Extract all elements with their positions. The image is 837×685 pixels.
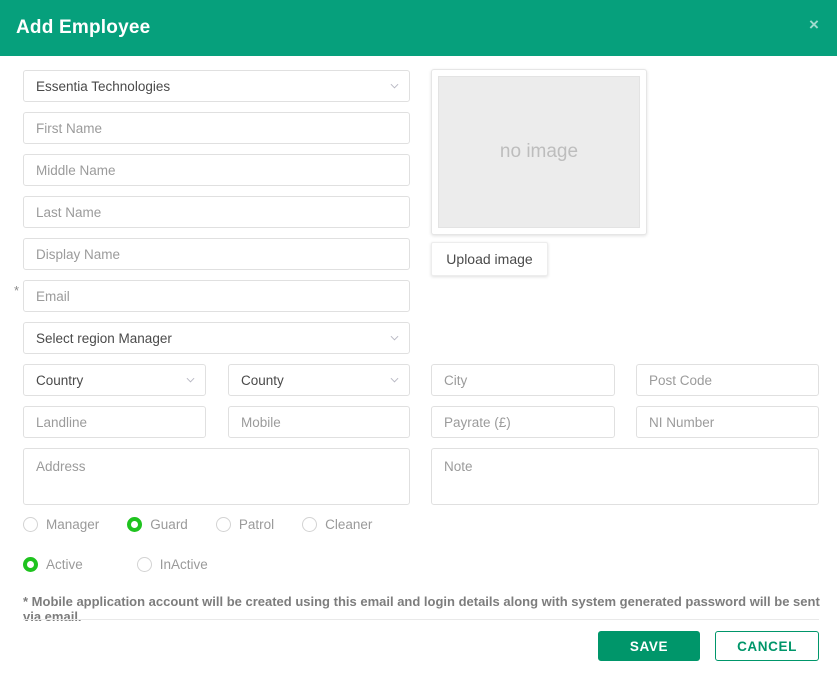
radio-guard-label: Guard xyxy=(150,517,188,532)
radio-manager-label: Manager xyxy=(46,517,100,532)
display-name-input[interactable]: Display Name xyxy=(23,238,410,270)
ni-number-placeholder: NI Number xyxy=(649,414,715,430)
post-code-placeholder: Post Code xyxy=(649,372,713,388)
radio-patrol[interactable]: Patrol xyxy=(215,517,275,532)
close-icon[interactable]: × xyxy=(803,13,825,35)
note-textarea[interactable]: Note xyxy=(431,448,819,505)
payrate-placeholder: Payrate (£) xyxy=(444,414,511,430)
chevron-down-icon xyxy=(390,334,399,343)
no-image-placeholder: no image xyxy=(438,76,640,228)
chevron-down-icon xyxy=(186,376,195,385)
radio-inactive[interactable]: InActive xyxy=(136,557,208,572)
chevron-down-icon xyxy=(390,376,399,385)
radio-active-label: Active xyxy=(46,557,83,572)
first-name-input[interactable]: First Name xyxy=(23,112,410,144)
radio-cleaner[interactable]: Cleaner xyxy=(302,517,372,532)
note-placeholder: Note xyxy=(444,459,473,474)
country-select-value: Country xyxy=(36,372,84,388)
radio-circle-selected-icon xyxy=(127,517,143,532)
post-code-input[interactable]: Post Code xyxy=(636,364,819,396)
email-placeholder: Email xyxy=(36,288,70,304)
radio-cleaner-label: Cleaner xyxy=(325,517,373,532)
footer-divider xyxy=(23,619,819,620)
modal-body: Essentia Technologies First Name Middle … xyxy=(0,56,837,685)
region-manager-select[interactable]: Select region Manager xyxy=(23,322,410,354)
address-placeholder: Address xyxy=(36,459,86,474)
landline-placeholder: Landline xyxy=(36,414,88,430)
ni-number-input[interactable]: NI Number xyxy=(636,406,819,438)
save-button[interactable]: SAVE xyxy=(598,631,700,661)
company-select[interactable]: Essentia Technologies xyxy=(23,70,410,102)
country-select[interactable]: Country xyxy=(23,364,206,396)
modal-header: Add Employee × xyxy=(0,0,837,56)
last-name-input[interactable]: Last Name xyxy=(23,196,410,228)
role-radio-group: Manager Guard Patrol Cleaner xyxy=(23,517,400,532)
status-radio-group: Active InActive xyxy=(23,557,236,572)
city-input[interactable]: City xyxy=(431,364,615,396)
radio-manager[interactable]: Manager xyxy=(23,517,99,532)
county-select-value: County xyxy=(241,372,284,388)
payrate-input[interactable]: Payrate (£) xyxy=(431,406,615,438)
radio-circle-icon xyxy=(136,557,152,572)
middle-name-placeholder: Middle Name xyxy=(36,162,116,178)
company-select-value: Essentia Technologies xyxy=(36,78,171,94)
cancel-button-label: CANCEL xyxy=(737,638,797,654)
email-input[interactable]: Email xyxy=(23,280,410,312)
landline-input[interactable]: Landline xyxy=(23,406,206,438)
radio-patrol-label: Patrol xyxy=(238,517,275,532)
mobile-placeholder: Mobile xyxy=(241,414,281,430)
first-name-placeholder: First Name xyxy=(36,120,103,136)
cancel-button[interactable]: CANCEL xyxy=(715,631,819,661)
no-image-label: no image xyxy=(499,141,579,162)
employee-photo-card: no image xyxy=(431,69,647,235)
save-button-label: SAVE xyxy=(629,638,669,654)
radio-guard[interactable]: Guard xyxy=(127,517,188,532)
radio-circle-icon xyxy=(215,517,231,532)
middle-name-input[interactable]: Middle Name xyxy=(23,154,410,186)
email-required-asterisk: * xyxy=(14,283,20,298)
page-title: Add Employee xyxy=(16,17,151,38)
radio-circle-icon xyxy=(302,517,318,532)
chevron-down-icon xyxy=(390,82,399,91)
last-name-placeholder: Last Name xyxy=(36,204,102,220)
mobile-input[interactable]: Mobile xyxy=(228,406,410,438)
county-select[interactable]: County xyxy=(228,364,410,396)
radio-circle-icon xyxy=(23,517,38,532)
address-textarea[interactable]: Address xyxy=(23,448,410,505)
radio-circle-selected-icon xyxy=(23,557,38,572)
display-name-placeholder: Display Name xyxy=(36,246,121,262)
radio-inactive-label: InActive xyxy=(159,557,208,572)
region-manager-value: Select region Manager xyxy=(36,330,172,346)
city-placeholder: City xyxy=(444,372,468,388)
radio-active[interactable]: Active xyxy=(23,557,83,572)
upload-image-label: Upload image xyxy=(446,251,533,267)
upload-image-button[interactable]: Upload image xyxy=(431,242,548,276)
